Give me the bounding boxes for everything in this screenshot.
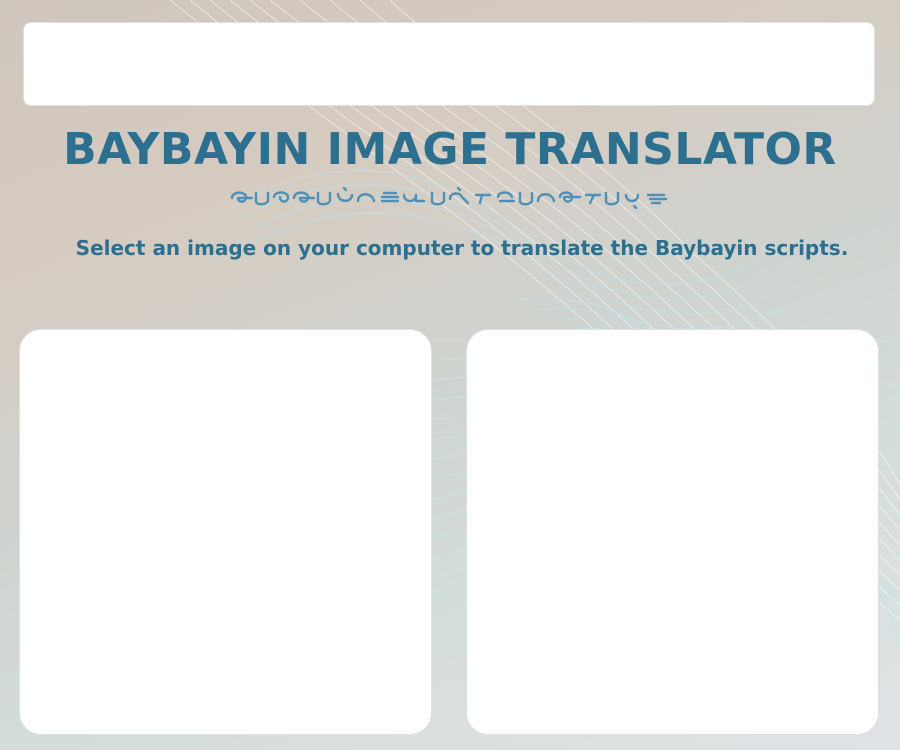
translation-output-panel: [466, 329, 879, 735]
page-title: BAYBAYIN IMAGE TRANSLATOR: [63, 124, 837, 175]
top-bar: [23, 22, 875, 106]
instruction-text: Select an image on your computer to tran…: [75, 236, 849, 260]
baybayin-script-icon: [230, 186, 668, 210]
image-upload-panel[interactable]: [19, 329, 432, 735]
